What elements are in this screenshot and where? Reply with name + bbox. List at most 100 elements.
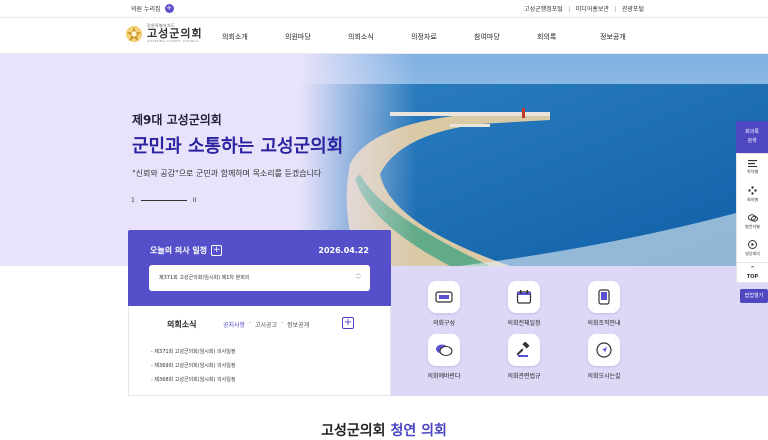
schedule-select[interactable]: 제371회 고성군의회(임시회) 제1차 본회의 ︿ ﹀ — [149, 265, 370, 291]
keyboard-icon — [428, 281, 460, 313]
chevron-down-icon[interactable]: ﹀ — [356, 277, 361, 283]
quick-item-label: 의회관련법규 — [507, 373, 541, 380]
site-header: 강원특별자치도 고성군의회 GOSEONG COUNTY COUNCIL 의회소… — [0, 18, 768, 54]
nav-item-participation[interactable]: 참여마당 — [474, 32, 537, 42]
media-link[interactable]: 미디어홍보관 — [576, 4, 609, 13]
hero-progress-bar — [140, 200, 187, 201]
section-heading-text: 고성군의회 — [321, 423, 386, 439]
nav-item-news[interactable]: 의회소식 — [348, 32, 411, 42]
nav-item-minutes[interactable]: 회의록 — [537, 32, 600, 42]
logo-text: 강원특별자치도 고성군의회 GOSEONG COUNTY COUNCIL — [147, 24, 203, 43]
float-item-label: 발언자별 — [745, 223, 760, 229]
quick-item-schedule[interactable]: 의회전체일정 — [494, 281, 554, 327]
admin-portal-link[interactable]: 고성군행정포털 — [524, 4, 563, 13]
list-item[interactable]: - 제369회 고성군의회(임시회) 의사일정 — [151, 362, 235, 369]
section-heading-accent: 청연 의회 — [390, 423, 447, 439]
float-item-contents[interactable]: 목차별 — [737, 154, 768, 181]
quick-item-label: 의회오시는길 — [587, 373, 621, 380]
minutes-search-label-2: 검색 — [747, 138, 757, 144]
select-arrows[interactable]: ︿ ﹀ — [356, 271, 361, 283]
logo-english: GOSEONG COUNTY COUNCIL — [147, 39, 200, 43]
chat-icon — [428, 334, 460, 366]
schedule-title: 오늘의 의사 일정 + — [150, 245, 223, 256]
hero-subtext: "신뢰와 공감"으로 군민과 함께하며 목소리를 듣겠습니다 — [132, 169, 322, 178]
utility-bar: 의원 누리집 + 고성군행정포털 미디어홍보관 관광포털 — [0, 0, 768, 18]
main-nav: 의회소개 의원마당 의회소식 의정자료 참여마당 회의록 정보공개 — [222, 32, 626, 42]
divider — [614, 5, 616, 12]
news-title: 의회소식 — [167, 320, 197, 329]
quick-item-label: 의회조직안내 — [587, 320, 621, 327]
hero-pager: 1 II — [131, 197, 196, 204]
phone-icon — [588, 281, 620, 313]
tab-separator: · — [249, 320, 252, 327]
nav-item-materials[interactable]: 의정자료 — [411, 32, 474, 42]
divider — [568, 5, 570, 12]
news-item-text: 제371회 고성군의회(임시회) 의사일정 — [154, 349, 236, 355]
floating-quick-bar: 회의록 검색 목차별 회의별 발언자별 영상회의 ^ TOP 팝업열기 — [736, 121, 768, 303]
quick-item-label: 의회전체일정 — [507, 320, 541, 327]
hero-page-number: 1 — [131, 197, 135, 204]
tab-announcement[interactable]: 고시공고 — [255, 320, 277, 329]
today-schedule-card: 오늘의 의사 일정 + 2026.04.22 제371회 고성군의회(임시회) … — [128, 230, 391, 306]
gavel-icon — [508, 334, 540, 366]
nav-item-disclosure[interactable]: 정보공개 — [600, 32, 626, 42]
float-item-speaker[interactable]: 발언자별 — [737, 208, 768, 235]
minutes-search-button[interactable]: 회의록 검색 — [736, 121, 768, 153]
plus-icon: + — [164, 4, 174, 13]
nav-item-members[interactable]: 의원마당 — [285, 32, 348, 42]
speech-icon — [747, 213, 758, 222]
scroll-top-button[interactable]: ^ TOP — [736, 263, 768, 283]
news-item-text: 제368회 고성군의회(임시회) 의사일정 — [154, 377, 236, 383]
nav-item-intro[interactable]: 의회소개 — [222, 32, 285, 42]
hero-term: 제9대 고성군의회 — [132, 113, 222, 127]
hero-headline: 군민과 소통하는 고성군의회 — [132, 136, 344, 157]
schedule-date: 2026.04.22 — [318, 246, 369, 255]
logo-name: 고성군의회 — [147, 27, 203, 40]
news-item-text: 제369회 고성군의회(임시회) 의사일정 — [154, 363, 236, 369]
member-site-link[interactable]: 의원 누리집 + — [131, 4, 174, 13]
navigation-icon — [588, 334, 620, 366]
tour-portal-link[interactable]: 관광포털 — [622, 4, 644, 13]
member-site-label: 의원 누리집 — [131, 6, 161, 13]
tab-disclosure[interactable]: 정보공개 — [287, 320, 309, 329]
dots-icon — [748, 186, 757, 195]
quick-item-law[interactable]: 의회관련법규 — [494, 334, 554, 380]
quick-item-label: 의회구성 — [432, 320, 456, 327]
tab-separator: · — [281, 320, 284, 327]
open-popup-button[interactable]: 팝업열기 — [740, 289, 768, 303]
news-more-button[interactable]: + — [342, 317, 354, 329]
schedule-title-text: 오늘의 의사 일정 — [150, 246, 208, 255]
section-heading: 고성군의회 청연 의회 — [0, 420, 768, 440]
council-news-card: 의회소식 공지사항 · 고시공고 · 정보공개 + - 제371회 고성군의회(… — [128, 306, 391, 396]
portal-links: 고성군행정포털 미디어홍보관 관광포털 — [524, 4, 644, 13]
float-item-label: 회의별 — [746, 197, 759, 202]
news-tabs: 공지사항 · 고시공고 · 정보공개 — [223, 320, 309, 329]
list-item[interactable]: - 제371회 고성군의회(임시회) 의사일정 — [151, 348, 235, 355]
float-item-video[interactable]: 영상회의 — [737, 235, 768, 262]
quick-item-organization[interactable]: 의회조직안내 — [574, 281, 634, 327]
play-icon — [748, 240, 757, 249]
pause-icon[interactable]: II — [193, 197, 197, 204]
schedule-selected-value: 제371회 고성군의회(임시회) 제1차 본회의 — [159, 275, 250, 281]
list-icon — [748, 160, 757, 167]
site-logo[interactable]: 강원특별자치도 고성군의회 GOSEONG COUNTY COUNCIL — [125, 24, 203, 43]
quick-menu: 의회구성 의회전체일정 의회조직안내 의회에바란다 의회관련법규 의회오시는길 — [391, 266, 768, 396]
arrow-up-icon: ^ — [750, 266, 755, 272]
quick-item-label: 의회에바란다 — [427, 373, 461, 380]
calendar-icon — [508, 281, 540, 313]
tab-notice[interactable]: 공지사항 — [223, 320, 245, 329]
news-list: - 제371회 고성군의회(임시회) 의사일정 - 제369회 고성군의회(임시… — [151, 348, 235, 390]
hero-copy: 제9대 고성군의회 군민과 소통하는 고성군의회 "신뢰와 공감"으로 군민과 … — [132, 111, 343, 179]
council-emblem-icon — [125, 25, 143, 42]
schedule-more-button[interactable]: + — [211, 245, 223, 256]
minutes-search-label-1: 회의록 — [745, 129, 759, 135]
float-item-label: 목차별 — [746, 169, 759, 174]
quick-item-composition[interactable]: 의회구성 — [414, 281, 474, 327]
quick-item-directions[interactable]: 의회오시는길 — [574, 334, 634, 380]
scroll-top-label: TOP — [746, 274, 759, 280]
quick-item-suggestion[interactable]: 의회에바란다 — [414, 334, 474, 380]
float-item-meeting[interactable]: 회의별 — [737, 181, 768, 208]
list-item[interactable]: - 제368회 고성군의회(임시회) 의사일정 — [151, 376, 235, 383]
float-item-label: 영상회의 — [745, 251, 760, 256]
floating-menu: 목차별 회의별 발언자별 영상회의 — [736, 153, 768, 263]
